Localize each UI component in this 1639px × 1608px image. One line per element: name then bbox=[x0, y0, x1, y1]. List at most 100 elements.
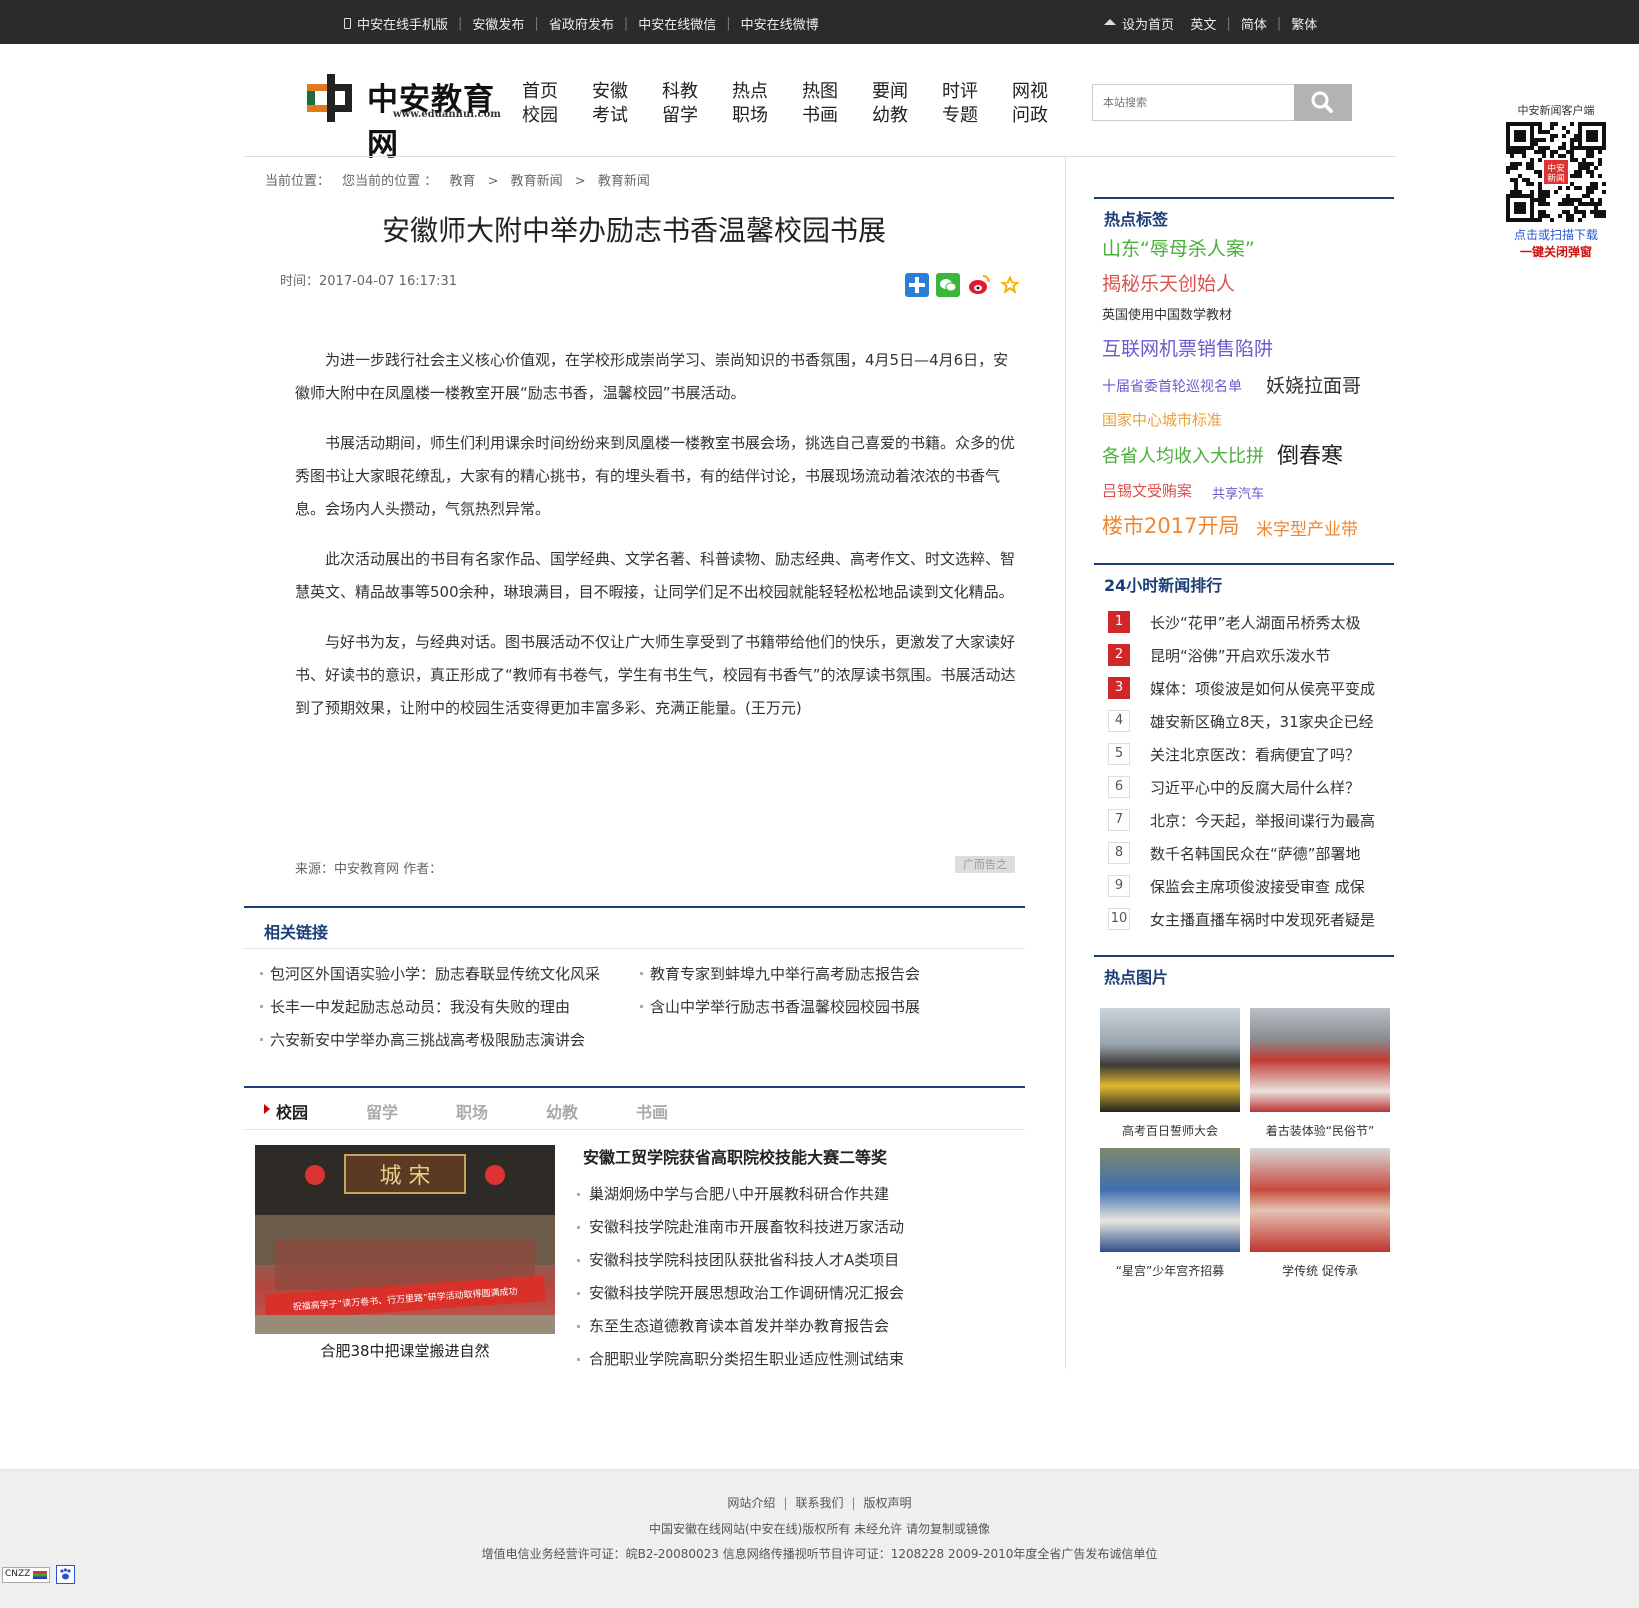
traditional-chinese-link[interactable]: 繁体 bbox=[1291, 14, 1317, 33]
qr-code[interactable]: 中安 新闻 bbox=[1506, 122, 1606, 222]
set-homepage-link[interactable]: 设为首页 bbox=[1122, 14, 1174, 33]
ranking-item[interactable]: 10 女主播直播车祸时中发现死者疑是 bbox=[1108, 907, 1375, 931]
related-link[interactable]: 包河区外国语实验小学：励志春联显传统文化风采 bbox=[259, 963, 600, 984]
nav-item-study-abroad[interactable]: 留学 bbox=[662, 105, 698, 126]
ranking-item[interactable]: 3 媒体：项俊波是如何从侯亮平变成 bbox=[1108, 676, 1375, 700]
nav-item-video[interactable]: 网视 bbox=[1012, 81, 1048, 102]
hot-tag[interactable]: 十届省委首轮巡视名单 bbox=[1102, 376, 1242, 396]
hot-tag[interactable]: 吕锡文受贿案 bbox=[1102, 480, 1192, 501]
hot-pic-image[interactable] bbox=[1250, 1148, 1390, 1252]
hot-pic-caption[interactable]: 学传统 促传承 bbox=[1250, 1262, 1390, 1279]
hot-tag[interactable]: 互联网机票销售陷阱 bbox=[1102, 334, 1273, 361]
related-link[interactable]: 教育专家到蚌埠九中举行高考励志报告会 bbox=[639, 963, 920, 984]
english-link[interactable]: 英文 bbox=[1190, 14, 1216, 33]
tab-study-abroad[interactable]: 留学 bbox=[366, 1099, 398, 1123]
qr-close-link[interactable]: 一键关闭弹窗 bbox=[1500, 243, 1612, 260]
ranking-item[interactable]: 9 保监会主席项俊波接受审查 成保 bbox=[1108, 874, 1365, 898]
footer-link-copyright[interactable]: 版权声明 bbox=[864, 1496, 912, 1510]
weibo-icon[interactable] bbox=[967, 273, 991, 297]
nav-item-anhui[interactable]: 安徽 bbox=[592, 81, 628, 102]
nav-item-career[interactable]: 职场 bbox=[732, 105, 768, 126]
ranking-item[interactable]: 4 雄安新区确立8天，31家央企已经 bbox=[1108, 709, 1374, 733]
nav-item-campus[interactable]: 校园 bbox=[522, 105, 558, 126]
campus-news-item[interactable]: 安徽科技学院开展思想政治工作调研情况汇报会 bbox=[577, 1277, 1023, 1310]
ranking-item[interactable]: 8 数千名韩国民众在“萨德”部署地 bbox=[1108, 841, 1361, 865]
hot-tag[interactable]: 倒春寒 bbox=[1277, 438, 1343, 470]
campus-news-item[interactable]: 巢湖炯炀中学与合肥八中开展教科研合作共建 bbox=[577, 1178, 1023, 1211]
hot-pic-caption[interactable]: 高考百日誓师大会 bbox=[1100, 1122, 1240, 1139]
campus-news-item[interactable]: 东至生态道德教育读本首发并举办教育报告会 bbox=[577, 1310, 1023, 1343]
hot-pic-caption[interactable]: “星宫”少年宫齐招募 bbox=[1100, 1262, 1240, 1279]
ranking-item[interactable]: 1 长沙“花甲”老人湖面吊桥秀太极 bbox=[1108, 610, 1361, 634]
tab-preschool[interactable]: 幼教 bbox=[546, 1099, 578, 1123]
top-link-anhui-release[interactable]: 安徽发布 bbox=[472, 14, 524, 33]
nav-item-inquiry[interactable]: 问政 bbox=[1012, 105, 1048, 126]
ranking-item[interactable]: 7 北京：今天起，举报间谍行为最高 bbox=[1108, 808, 1375, 832]
qr-scan-link[interactable]: 点击或扫描下载 bbox=[1500, 226, 1612, 243]
hot-tag[interactable]: 共享汽车 bbox=[1212, 483, 1264, 502]
footer-link-about[interactable]: 网站介绍 bbox=[727, 1496, 775, 1510]
hot-tag[interactable]: 国家中心城市标准 bbox=[1102, 409, 1222, 430]
nav-item-hot-pics[interactable]: 热图 bbox=[802, 81, 838, 102]
nav-item-exam[interactable]: 考试 bbox=[592, 105, 628, 126]
hot-tag[interactable]: 英国使用中国数学教材 bbox=[1102, 304, 1232, 323]
wechat-icon[interactable] bbox=[936, 273, 960, 297]
ranking-item-text: 北京：今天起，举报间谍行为最高 bbox=[1150, 811, 1376, 830]
hot-tag[interactable]: 各省人均收入大比拼 bbox=[1102, 442, 1264, 468]
related-link[interactable]: 长丰一中发起励志总动员：我没有失败的理由 bbox=[259, 996, 570, 1017]
simplified-chinese-link[interactable]: 简体 bbox=[1241, 14, 1267, 33]
top-link-province-release[interactable]: 省政府发布 bbox=[549, 14, 614, 33]
cnzz-bars-icon bbox=[33, 1571, 47, 1579]
hot-tag[interactable]: 揭秘乐天创始人 bbox=[1102, 269, 1235, 296]
hot-tag[interactable]: 山东“辱母杀人案” bbox=[1102, 234, 1255, 261]
hot-pic-image[interactable] bbox=[1100, 1148, 1240, 1252]
tab-campus[interactable]: 校园 bbox=[276, 1099, 308, 1123]
nav-item-news[interactable]: 要闻 bbox=[872, 81, 908, 102]
share-more-icon[interactable] bbox=[905, 273, 929, 297]
ranking-item[interactable]: 2 昆明“浴佛”开启欢乐泼水节 bbox=[1108, 643, 1331, 667]
nav-item-hot[interactable]: 热点 bbox=[732, 81, 768, 102]
top-link-wechat[interactable]: 中安在线微信 bbox=[638, 14, 716, 33]
cnzz-badge[interactable]: CNZZ bbox=[2, 1567, 50, 1583]
nav-item-home[interactable]: 首页 bbox=[522, 81, 558, 102]
top-link-mobile[interactable]: 中安在线手机版 bbox=[357, 14, 448, 33]
footer-link-contact[interactable]: 联系我们 bbox=[795, 1496, 843, 1510]
hot-tag[interactable]: 妖娆拉面哥 bbox=[1266, 371, 1361, 398]
breadcrumb-item[interactable]: 教育 bbox=[449, 174, 475, 189]
baidu-paw-icon[interactable] bbox=[56, 1565, 75, 1584]
related-link[interactable]: 含山中学举行励志书香温馨校园校园书展 bbox=[639, 996, 920, 1017]
hot-pic-image[interactable] bbox=[1100, 1008, 1240, 1112]
tab-career[interactable]: 职场 bbox=[456, 1099, 488, 1123]
ad-label[interactable]: 广而告之 bbox=[955, 856, 1015, 873]
breadcrumb-item[interactable]: 教育新闻 bbox=[598, 174, 650, 189]
campus-news-item[interactable]: 安徽科技学院赴淮南市开展畜牧科技进万家活动 bbox=[577, 1211, 1023, 1244]
search-button[interactable] bbox=[1294, 84, 1352, 121]
campus-news-item[interactable]: 合肥职业学院高职分类招生职业适应性测试结束 bbox=[577, 1343, 1023, 1376]
campus-feature-image[interactable]: 城 宋 祝福高学子“读万卷书、行万里路”研学活动取得圆满成功 bbox=[255, 1145, 555, 1334]
hot-pic-image[interactable] bbox=[1250, 1008, 1390, 1112]
article-paragraph: 书展活动期间，师生们利用课余时间纷纷来到凤凰楼一楼教室书展会场，挑选自己喜爱的书… bbox=[295, 434, 1016, 518]
rank-number: 1 bbox=[1108, 611, 1130, 633]
nav-item-topics[interactable]: 专题 bbox=[942, 105, 978, 126]
hot-tag[interactable]: 米字型产业带 bbox=[1256, 515, 1358, 540]
campus-image-caption[interactable]: 合肥38中把课堂搬进自然 bbox=[255, 1340, 555, 1361]
site-logo[interactable]: 中安教育网 www.eduanhui.com bbox=[307, 72, 503, 163]
hot-tags-title: 热点标签 bbox=[1104, 210, 1169, 229]
top-link-weibo[interactable]: 中安在线微博 bbox=[741, 14, 819, 33]
favorite-star-icon[interactable] bbox=[998, 273, 1022, 297]
search-input[interactable] bbox=[1093, 85, 1294, 120]
hot-tag[interactable]: 楼市2017开局 bbox=[1102, 510, 1239, 540]
related-link[interactable]: 六安新安中学举办高三挑战高考极限励志演讲会 bbox=[259, 1029, 585, 1050]
active-tab-arrow-icon bbox=[264, 1104, 270, 1114]
tab-calligraphy[interactable]: 书画 bbox=[636, 1099, 668, 1123]
ranking-item[interactable]: 6 习近平心中的反腐大局什么样？ bbox=[1108, 775, 1360, 799]
breadcrumb-item[interactable]: 教育新闻 bbox=[511, 174, 563, 189]
nav-item-calligraphy[interactable]: 书画 bbox=[802, 105, 838, 126]
nav-item-commentary[interactable]: 时评 bbox=[942, 81, 978, 102]
campus-news-item[interactable]: 安徽科技学院科技团队获批省科技人才A类项目 bbox=[577, 1244, 1023, 1277]
ranking-item[interactable]: 5 关注北京医改：看病便宜了吗？ bbox=[1108, 742, 1360, 766]
campus-lead-headline[interactable]: 安徽工贸学院获省高职院校技能大赛二等奖 bbox=[583, 1144, 1023, 1168]
nav-item-science[interactable]: 科教 bbox=[662, 81, 698, 102]
nav-item-preschool[interactable]: 幼教 bbox=[872, 105, 908, 126]
hot-pic-caption[interactable]: 着古装体验“民俗节” bbox=[1250, 1122, 1390, 1139]
